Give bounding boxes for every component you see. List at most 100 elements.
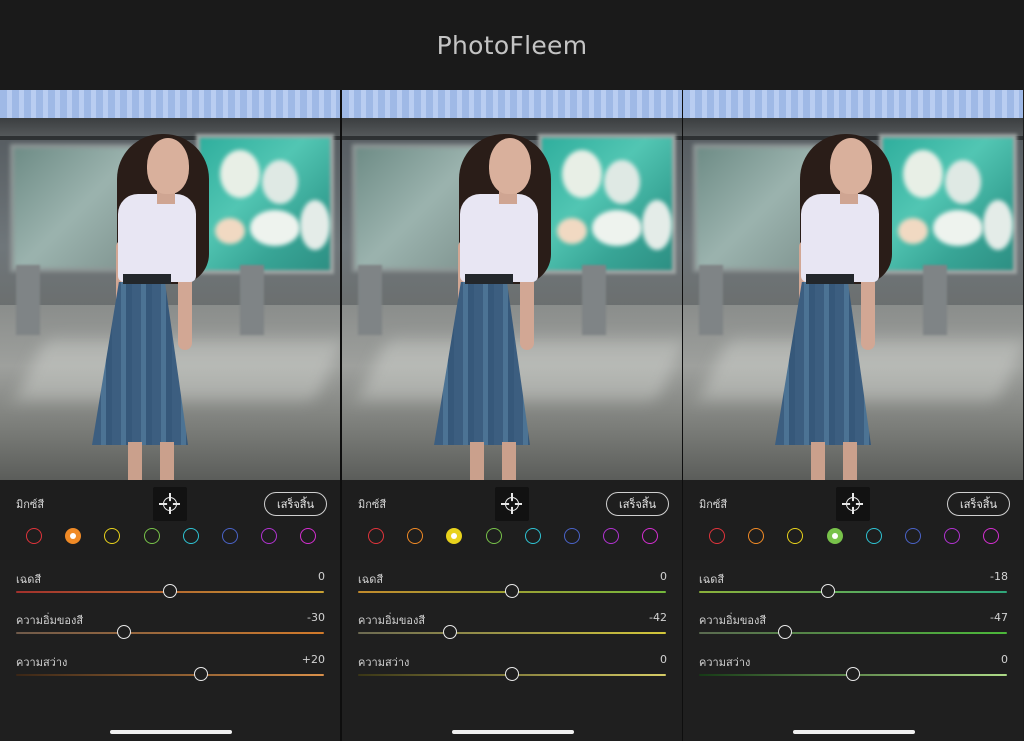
target-adjust-button[interactable] — [836, 487, 870, 521]
color-swatch[interactable] — [983, 528, 999, 544]
poster-graphic — [262, 160, 298, 204]
color-swatch[interactable] — [787, 528, 803, 544]
subject-belt — [806, 274, 854, 284]
crosshair-center — [167, 501, 173, 507]
color-swatch[interactable] — [446, 528, 462, 544]
slider-track[interactable] — [358, 632, 666, 634]
slider-row: เฉดสี 0 — [0, 570, 340, 610]
adjustment-sliders: เฉดสี -18 ความอิ่มของสี -47 ความสว่าง 0 — [683, 560, 1023, 741]
color-swatch[interactable] — [407, 528, 423, 544]
poster-graphic — [557, 218, 587, 244]
pillar — [240, 265, 264, 335]
poster-graphic — [604, 160, 640, 204]
slider-label: เฉดสี — [699, 573, 725, 586]
target-adjust-button[interactable] — [495, 487, 529, 521]
slider-thumb[interactable] — [846, 667, 860, 681]
color-swatch[interactable] — [368, 528, 384, 544]
color-swatch[interactable] — [603, 528, 619, 544]
color-swatch[interactable] — [827, 528, 843, 544]
slider-value: 0 — [1001, 653, 1008, 666]
color-mix-panel: มิกซ์สี เสร็จสิ้น — [683, 480, 1023, 560]
pillar — [358, 265, 382, 335]
slider-label: ความอิ่มของสี — [358, 614, 426, 627]
color-swatch[interactable] — [261, 528, 277, 544]
photo-preview — [342, 90, 682, 480]
color-mix-label: มิกซ์สี — [699, 498, 728, 511]
color-swatch[interactable] — [104, 528, 120, 544]
pillar — [582, 265, 606, 335]
slider-thumb[interactable] — [778, 625, 793, 639]
subject-leg-r — [160, 442, 174, 480]
slider-track[interactable] — [16, 674, 324, 676]
photo-preview — [683, 90, 1023, 480]
color-swatch[interactable] — [642, 528, 658, 544]
slider-label: ความอิ่มของสี — [699, 614, 767, 627]
slider-label: เฉดสี — [16, 573, 42, 586]
slider-thumb[interactable] — [821, 584, 836, 598]
slider-thumb[interactable] — [505, 584, 519, 598]
slider-thumb[interactable] — [193, 667, 208, 681]
slider-value: 0 — [660, 653, 667, 666]
color-swatch[interactable] — [866, 528, 882, 544]
color-swatch-row — [0, 526, 340, 548]
slider-thumb[interactable] — [505, 667, 519, 681]
slider-value: 0 — [660, 570, 667, 583]
slider-thumb[interactable] — [163, 584, 177, 598]
adjustment-sliders: เฉดสี 0 ความอิ่มของสี -30 ความสว่าง +20 — [0, 560, 340, 741]
color-swatch[interactable] — [486, 528, 502, 544]
slider-row: ความสว่าง +20 — [0, 653, 340, 693]
slider-track[interactable] — [699, 591, 1007, 593]
color-swatch[interactable] — [65, 528, 81, 544]
done-button[interactable]: เสร็จสิ้น — [947, 492, 1010, 516]
slider-track[interactable] — [699, 632, 1007, 634]
slider-track[interactable] — [16, 632, 324, 634]
slider-label: เฉดสี — [358, 573, 384, 586]
slider-value: -30 — [307, 611, 325, 624]
pillar — [16, 265, 40, 335]
pillar — [699, 265, 723, 335]
subject-shirt — [801, 194, 879, 282]
poster-graphic — [642, 200, 672, 250]
target-adjust-button[interactable] — [153, 487, 187, 521]
photo-preview — [0, 90, 340, 480]
slider-thumb[interactable] — [116, 625, 131, 639]
color-swatch[interactable] — [144, 528, 160, 544]
subject-shirt — [118, 194, 196, 282]
color-swatch[interactable] — [183, 528, 199, 544]
subject-face — [147, 138, 189, 194]
color-swatch[interactable] — [26, 528, 42, 544]
subject-leg-l — [470, 442, 484, 480]
color-swatch[interactable] — [905, 528, 921, 544]
poster-graphic — [220, 150, 260, 198]
color-swatch[interactable] — [748, 528, 764, 544]
poster-graphic — [592, 210, 642, 246]
color-swatch-row — [683, 526, 1023, 548]
pillar — [923, 265, 947, 335]
color-swatch[interactable] — [300, 528, 316, 544]
color-mix-panel: มิกซ์สี เสร็จสิ้น — [342, 480, 682, 560]
slider-value: -47 — [990, 611, 1008, 624]
poster-graphic — [933, 210, 983, 246]
done-button[interactable]: เสร็จสิ้น — [264, 492, 327, 516]
color-mix-label: มิกซ์สี — [358, 498, 387, 511]
color-swatch[interactable] — [709, 528, 725, 544]
done-button[interactable]: เสร็จสิ้น — [606, 492, 669, 516]
comparison-panel: มิกซ์สี เสร็จสิ้น เฉดสี 0 ความอิ่มของสี -30 คว… — [0, 90, 340, 741]
color-mix-label: มิกซ์สี — [16, 498, 45, 511]
app-header: PhotoFleem — [0, 0, 1024, 90]
slider-value: -18 — [990, 570, 1008, 583]
comparison-panel: มิกซ์สี เสร็จสิ้น เฉดสี 0 ความอิ่มของสี -42 คว… — [342, 90, 682, 741]
slider-thumb[interactable] — [443, 625, 458, 639]
color-swatch[interactable] — [944, 528, 960, 544]
home-indicator — [793, 730, 915, 734]
poster-graphic — [898, 218, 928, 244]
slider-value: 0 — [318, 570, 325, 583]
crosshair-center — [509, 501, 515, 507]
slider-value: -42 — [649, 611, 667, 624]
slider-row: ความสว่าง 0 — [683, 653, 1023, 693]
color-swatch[interactable] — [525, 528, 541, 544]
slider-row: ความอิ่มของสี -47 — [683, 611, 1023, 651]
color-swatch[interactable] — [222, 528, 238, 544]
subject-shirt — [460, 194, 538, 282]
color-swatch[interactable] — [564, 528, 580, 544]
